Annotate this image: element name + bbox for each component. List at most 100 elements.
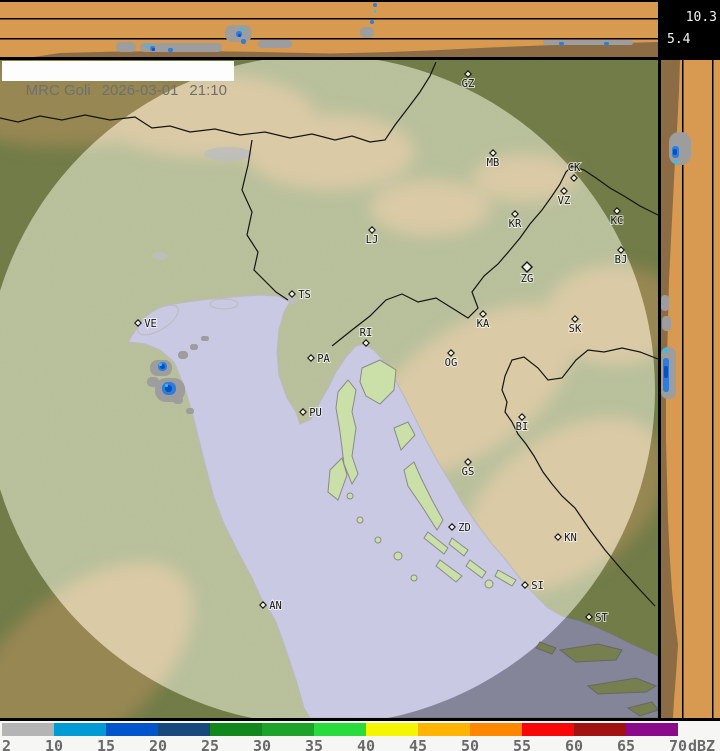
echo-cyan [240, 28, 243, 31]
city-label-BI: BI [516, 421, 529, 433]
city-label-ZD: ZD [458, 522, 471, 534]
city-label-KC: KC [611, 215, 624, 227]
colorbar-tick-label: 50 [460, 737, 480, 751]
city-label-CK: CK [568, 162, 581, 174]
city-label-KA: KA [477, 318, 490, 330]
radar-coverage-circle [0, 55, 655, 725]
colorbar-tick-label: 70 [668, 737, 688, 751]
colorbar-tick-label: 45 [408, 737, 428, 751]
scan-time: 21:10 [189, 82, 227, 99]
colorbar-unit-label: dBZ [688, 737, 716, 751]
colorbar-tick-label: 25 [200, 737, 220, 751]
echo-blue [373, 3, 377, 7]
echo-gray [201, 336, 209, 341]
echo-blue [370, 20, 374, 24]
top-projection-svg [0, 0, 658, 60]
colorbar-tick-label: 15 [96, 737, 116, 751]
colorbar-segment [210, 723, 262, 736]
echo-gray [186, 408, 194, 414]
colorbar-ticks: 2 10 15 20 25 30 35 40 45 50 55 60 65 70 dBZ [0, 737, 720, 751]
colorbar-segment [106, 723, 158, 736]
height-label-lower: 5.4 [667, 32, 691, 47]
colorbar-segment [262, 723, 314, 736]
right-height-gridline-10km [712, 60, 714, 718]
colorbar-tick-label: 10 [44, 737, 64, 751]
echo-cyan [159, 363, 162, 366]
echo-gray [147, 377, 159, 387]
station-name: MRC Goli [25, 82, 91, 99]
colorbar-segment [574, 723, 626, 736]
colorbar-segment [522, 723, 574, 736]
colorbar-segment [366, 723, 418, 736]
colorbar-segment [418, 723, 470, 736]
radar-map: GZ MB CK VZ KR KC LJ BJ ZG TS VE KA SK RI OG PA PU BI GS ZD… [0, 55, 685, 751]
radar-display: 10.3 5.4 GZ MB CK VZ KR KC LJ BJ ZG TS V… [0, 0, 720, 751]
echo-dark [664, 366, 668, 378]
colorbar-tick-label: 35 [304, 737, 324, 751]
colorbar-tick-label: 30 [252, 737, 272, 751]
echo-gray [173, 396, 183, 404]
city-label-BJ: BJ [615, 254, 628, 266]
scan-date: 2026-03-01 [101, 82, 179, 99]
city-label-ZG: ZG [521, 273, 534, 285]
right-panel-left-border [658, 60, 661, 718]
echo-dark [673, 149, 677, 155]
echo-blue [241, 39, 246, 44]
colorbar-tick-label: 40 [356, 737, 376, 751]
right-projection-svg [658, 60, 720, 718]
height-label-upper: 10.3 [685, 10, 717, 25]
echo-cyan [165, 384, 168, 387]
city-label-RI: RI [360, 327, 373, 339]
echo-cyan [146, 44, 149, 47]
city-label-VZ: VZ [558, 195, 571, 207]
colorbar-segments [0, 723, 720, 736]
colorbar-segment [314, 723, 366, 736]
city-label-SK: SK [569, 323, 582, 335]
echo-blue [604, 42, 609, 45]
echo-gray [190, 344, 198, 350]
echo-cyan [674, 160, 677, 164]
city-label-PU: PU [309, 407, 322, 419]
echo-cyan [374, 10, 376, 13]
echo-gray [360, 27, 374, 38]
city-label-LJ: LJ [366, 234, 379, 246]
top-height-gridline-5km [0, 38, 658, 40]
echo-cyan [664, 348, 667, 353]
echo-gray [178, 351, 188, 359]
city-label-PA: PA [317, 353, 330, 365]
city-label-TS: TS [298, 289, 311, 301]
city-label-GS: GS [462, 466, 475, 478]
colorbar-tick-label: 20 [148, 737, 168, 751]
echo-dark [238, 34, 241, 37]
colorbar-tick-label: 55 [512, 737, 532, 751]
echo-gray [661, 295, 669, 311]
right-projection-panel [658, 60, 720, 718]
colorbar-tick-label: 2 [2, 737, 12, 751]
colorbar-segment [2, 723, 54, 736]
radar-id-and-timestamp: MRC Goli 2026-03-01 21:10 [2, 61, 234, 99]
echo-blue [168, 48, 173, 52]
colorbar-segment [54, 723, 106, 736]
echo-gray [662, 316, 671, 331]
city-label-OG: OG [445, 357, 458, 369]
echo-dark [152, 48, 155, 51]
echo-gray [116, 42, 136, 52]
colorbar-tick-label: 65 [616, 737, 636, 751]
radar-map-svg: GZ MB CK VZ KR KC LJ BJ ZG TS VE KA SK RI OG PA PU BI GS ZD… [0, 55, 685, 751]
echo-blue [559, 42, 564, 45]
city-label-ST: ST [595, 612, 608, 624]
reflectivity-scale: 2 10 15 20 25 30 35 40 45 50 55 60 65 70 dBZ [0, 718, 720, 751]
city-label-AN: AN [269, 600, 282, 612]
city-label-MB: MB [487, 157, 500, 169]
city-label-VE: VE [144, 318, 157, 330]
top-height-gridline-10km [0, 18, 658, 20]
colorbar-segment [626, 723, 678, 736]
colorbar-segment [470, 723, 522, 736]
colorbar-tick-label: 60 [564, 737, 584, 751]
city-label-KN: KN [564, 532, 577, 544]
echo-gray [543, 40, 633, 45]
top-projection-panel [0, 0, 658, 60]
city-label-KR: KR [509, 218, 522, 230]
echo-gray [258, 40, 292, 48]
city-label-SI: SI [531, 580, 544, 592]
